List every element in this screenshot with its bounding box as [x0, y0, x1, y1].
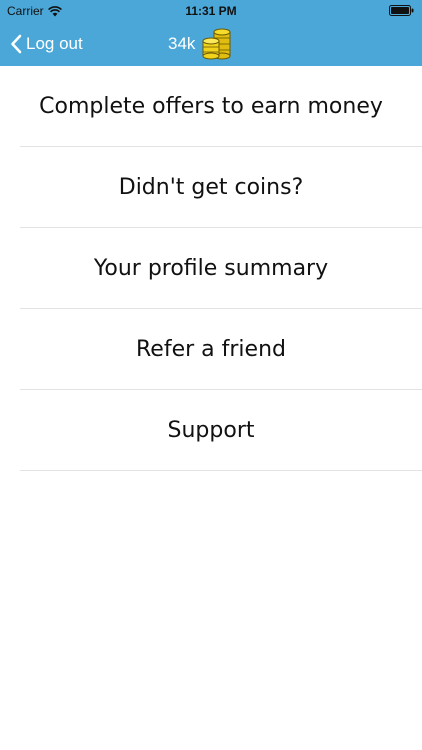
- coin-count: 34k: [168, 34, 196, 53]
- status-bar: Carrier 11:31 PM: [0, 0, 422, 22]
- top-bar: Carrier 11:31 PM Log out 34k: [0, 0, 422, 66]
- menu-item-didnt-get-coins[interactable]: Didn't get coins?: [0, 147, 422, 228]
- menu-item-label: Complete offers to earn money: [39, 94, 383, 119]
- menu-item-label: Your profile summary: [93, 256, 329, 281]
- main-menu: Complete offers to earn money Didn't get…: [0, 66, 422, 471]
- menu-item-support[interactable]: Support: [0, 390, 422, 471]
- menu-item-refer-friend[interactable]: Refer a friend: [0, 309, 422, 390]
- gold-coins-icon: [202, 28, 231, 60]
- menu-item-profile-summary[interactable]: Your profile summary: [0, 228, 422, 309]
- status-time: 11:31 PM: [185, 4, 237, 18]
- coin-balance: 34k: [168, 28, 234, 60]
- log-out-button[interactable]: Log out: [10, 30, 83, 58]
- battery-icon: [389, 5, 414, 16]
- menu-item-label: Didn't get coins?: [118, 175, 304, 200]
- log-out-label: Log out: [26, 34, 83, 53]
- menu-item-label: Refer a friend: [136, 337, 286, 362]
- menu-item-label: Support: [167, 418, 255, 443]
- menu-item-complete-offers[interactable]: Complete offers to earn money: [0, 66, 422, 147]
- navigation-bar: Log out 34k: [0, 22, 422, 66]
- chevron-left-icon: [11, 34, 22, 54]
